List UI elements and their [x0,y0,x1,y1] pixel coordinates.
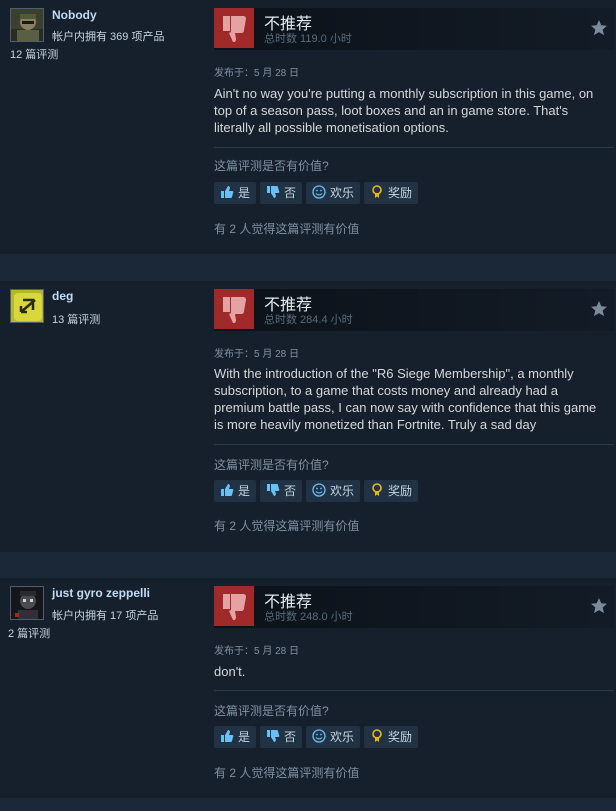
vote-no-button[interactable]: 否 [260,480,303,502]
review-content: With the introduction of the "R6 Siege M… [214,366,597,432]
vote-no-label: 否 [284,484,297,498]
review-card: just gyro zeppelli 帐户内拥有 17 项产品 2 篇评测 不推… [0,578,616,798]
posted-date: 发布于：5 月 28 日 [214,68,300,79]
thumbs-down-icon [214,289,254,329]
posted-date: 发布于：5 月 28 日 [214,349,300,360]
award-button[interactable]: 奖励 [364,182,419,204]
playtime-hours: 总时数 119.0 小时 [264,33,352,45]
vote-funny-button[interactable]: 欢乐 [306,182,361,204]
smiley-icon [312,483,326,497]
playtime-hours: 总时数 284.4 小时 [264,314,353,326]
vote-no-button[interactable]: 否 [260,182,303,204]
vote-funny-label: 欢乐 [330,186,355,200]
vote-no-label: 否 [284,730,297,744]
products-owned: 帐户内拥有 17 项产品 [52,610,159,622]
vote-yes-label: 是 [238,186,251,200]
thumbs-up-icon [221,730,234,742]
author-name[interactable]: Nobody [52,8,97,22]
review-author[interactable]: just gyro zeppelli 帐户内拥有 17 项产品 2 篇评测 [8,586,208,646]
review-count[interactable]: 13 篇评测 [52,311,100,327]
avatar[interactable] [10,8,44,42]
vote-buttons: 是 否 欢乐 奖励 [214,182,422,204]
vote-funny-label: 欢乐 [330,730,355,744]
vote-funny-button[interactable]: 欢乐 [306,480,361,502]
avatar[interactable] [10,289,44,323]
thumbs-down-icon [214,8,254,48]
helpful-question: 这篇评测是否有价值? [214,159,329,173]
award-label: 奖励 [388,484,413,498]
author-name[interactable]: just gyro zeppelli [52,586,150,600]
thumbs-down-icon [214,586,254,626]
vote-yes-button[interactable]: 是 [214,726,257,748]
thumbs-down-icon [267,186,280,198]
smiley-icon [312,729,326,743]
vote-buttons: 是 否 欢乐 奖励 [214,726,422,748]
avatar[interactable] [10,586,44,620]
vote-no-button[interactable]: 否 [260,726,303,748]
review-count[interactable]: 12 篇评测 [10,46,58,62]
award-icon [372,185,382,198]
smiley-icon [312,185,326,199]
award-button[interactable]: 奖励 [364,726,419,748]
star-icon[interactable] [590,300,608,318]
review-author[interactable]: Nobody 帐户内拥有 369 项产品 12 篇评测 [8,8,208,68]
vote-yes-button[interactable]: 是 [214,182,257,204]
review-card: Nobody 帐户内拥有 369 项产品 12 篇评测 不推荐 总时数 119.… [0,0,616,254]
vote-yes-button[interactable]: 是 [214,480,257,502]
posted-date: 发布于：5 月 28 日 [214,646,300,657]
thumbs-down-icon [267,484,280,496]
review-content: Ain't no way you're putting a monthly su… [214,86,594,135]
vote-funny-label: 欢乐 [330,484,355,498]
divider [214,147,614,148]
helpful-count: 有 2 人觉得这篇评测有价值 [214,519,360,533]
award-button[interactable]: 奖励 [364,480,419,502]
review-card: deg 13 篇评测 不推荐 总时数 284.4 小时 发布于：5 月 28 日… [0,281,616,552]
divider [214,690,614,691]
thumbs-down-icon [267,730,280,742]
star-icon[interactable] [590,19,608,37]
playtime-hours: 总时数 248.0 小时 [264,611,353,623]
award-icon [372,483,382,496]
review-content: don't. [214,664,246,679]
thumbs-up-icon [221,186,234,198]
vote-funny-button[interactable]: 欢乐 [306,726,361,748]
helpful-question: 这篇评测是否有价值? [214,704,329,718]
vote-buttons: 是 否 欢乐 奖励 [214,480,422,502]
author-name[interactable]: deg [52,289,73,303]
review-author[interactable]: deg 13 篇评测 [8,289,208,349]
helpful-question: 这篇评测是否有价值? [214,458,329,472]
divider [214,444,614,445]
award-label: 奖励 [388,730,413,744]
vote-header[interactable]: 不推荐 总时数 284.4 小时 [214,289,614,331]
products-owned: 帐户内拥有 369 项产品 [52,31,165,43]
award-label: 奖励 [388,186,413,200]
vote-no-label: 否 [284,186,297,200]
vote-yes-label: 是 [238,484,251,498]
helpful-count: 有 2 人觉得这篇评测有价值 [214,766,360,780]
vote-yes-label: 是 [238,730,251,744]
vote-header[interactable]: 不推荐 总时数 248.0 小时 [214,586,614,628]
helpful-count: 有 2 人觉得这篇评测有价值 [214,222,360,236]
star-icon[interactable] [590,597,608,615]
review-count[interactable]: 2 篇评测 [8,625,50,641]
vote-header[interactable]: 不推荐 总时数 119.0 小时 [214,8,614,50]
award-icon [372,729,382,742]
thumbs-up-icon [221,484,234,496]
